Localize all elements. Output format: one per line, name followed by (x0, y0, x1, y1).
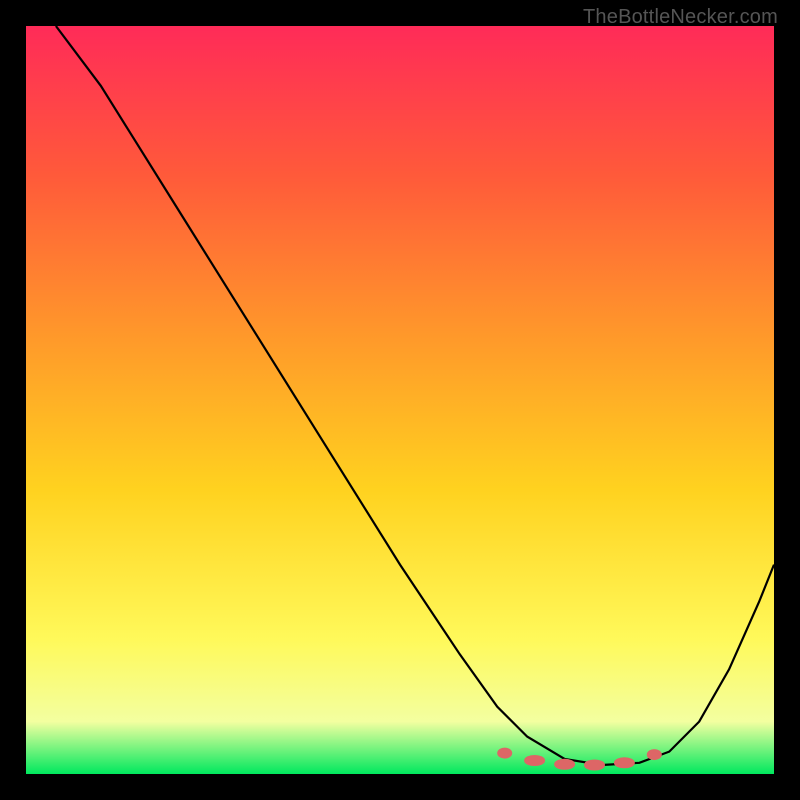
plot-area (26, 26, 774, 774)
background-gradient (26, 26, 774, 774)
chart-root: TheBottleNecker.com (0, 0, 800, 800)
